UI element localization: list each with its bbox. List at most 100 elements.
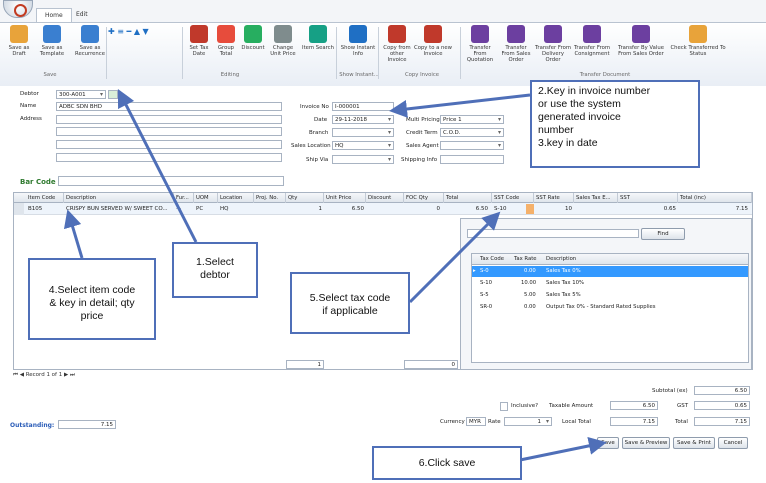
record-navigator[interactable]: ⏮ ◀ Record 1 of 1 ▶ ⏭	[13, 372, 75, 379]
date-field[interactable]: 29-11-2018	[332, 115, 394, 124]
sales-agent-field[interactable]	[440, 141, 504, 150]
total-inc-cell[interactable]: 7.15	[678, 203, 750, 215]
application-menu-button[interactable]	[3, 0, 33, 18]
unit-price-cell[interactable]: 6.50	[324, 203, 366, 215]
row-edit-toolbar[interactable]: ✚ ≡ ━ ▲ ▼	[108, 27, 184, 39]
tax-rate-value: 0.00	[524, 304, 536, 310]
address-line-2[interactable]	[56, 127, 282, 136]
sales-location-field[interactable]: HQ	[332, 141, 394, 150]
tax-row-s0[interactable]: ▸ S-0 0.00 Sales Tax 0%	[472, 266, 748, 277]
nav-last-icon[interactable]: ⏭	[70, 372, 75, 378]
ribbon-group-label: Save	[43, 72, 57, 78]
tax-row-s5[interactable]: S-5 5.00 Sales Tax 5%	[472, 290, 748, 301]
invoice-no-field[interactable]: I-000001	[332, 102, 394, 111]
gst-button[interactable]: Set Tax Date	[186, 25, 212, 57]
barcode-input[interactable]	[58, 176, 284, 186]
transfer-quotation-button[interactable]: Transfer From Quotation	[462, 25, 498, 63]
callout-invoice: 2.Key in invoice number or use the syste…	[530, 80, 700, 168]
nav-first-icon[interactable]: ⏮	[13, 372, 18, 378]
sst-cell[interactable]: 0.65	[618, 203, 678, 215]
foc-qty-cell[interactable]: 0	[404, 203, 442, 215]
ribbon-separator	[182, 27, 183, 79]
nav-next-icon[interactable]: ▶	[64, 372, 68, 378]
qty-cell[interactable]: 1	[286, 203, 324, 215]
tax-code-popup: Find Tax Code Tax Rate Description ▸ S-0…	[460, 218, 752, 370]
grid-column-header[interactable]: UOM	[194, 193, 218, 203]
inclusive-checkbox[interactable]	[500, 402, 508, 411]
grid-column-header[interactable]: Fur...	[174, 193, 194, 203]
grid-column-header[interactable]: Location	[218, 193, 254, 203]
debtor-field[interactable]: 300-A001	[56, 90, 106, 99]
change-price-button[interactable]: Change Unit Price	[268, 25, 298, 57]
tax-row-sr0[interactable]: SR-0 0.00 Output Tax 0% - Standard Rated…	[472, 302, 748, 313]
ribbon-button-label: Transfer From Delivery Order	[534, 45, 572, 63]
sst-rate-cell[interactable]: 10	[534, 203, 574, 215]
name-field[interactable]: ADBC SDN BHD	[56, 102, 282, 111]
grid-column-header[interactable]: Item Code	[26, 193, 64, 203]
grid-column-header[interactable]: SST Code	[492, 193, 534, 203]
save-print-button[interactable]: Save & Print	[673, 437, 715, 449]
tax-code-value: S-5	[480, 292, 489, 298]
sst-code-dropdown-icon[interactable]	[526, 204, 534, 214]
transfer-sales-order-button[interactable]: Transfer From Sales Order	[498, 25, 534, 63]
info-button[interactable]: Show Instant Info	[338, 25, 378, 57]
copy-new-invoice-button[interactable]: Copy to a new Invoice	[414, 25, 452, 57]
grid-column-header[interactable]: Description	[64, 193, 174, 203]
grid-column-header[interactable]: Proj. No.	[254, 193, 286, 203]
rate-field[interactable]: 1	[504, 417, 552, 426]
local-total-value: 7.15	[610, 417, 658, 426]
ship-via-field[interactable]	[332, 155, 394, 164]
save-recurrence-button[interactable]: Save as Recurrence	[70, 25, 110, 57]
grid-column-header[interactable]: FOC Qty	[404, 193, 444, 203]
grid-column-header[interactable]: Qty	[286, 193, 324, 203]
tab-home[interactable]: Home	[36, 8, 72, 22]
copy-invoice-button[interactable]: Copy from other Invoice	[380, 25, 414, 63]
tab-edit[interactable]: Edit	[68, 8, 96, 22]
gst-label: GST	[677, 403, 689, 409]
uom-cell[interactable]: PC	[194, 203, 216, 215]
address-line-4[interactable]	[56, 153, 282, 162]
address-line-1[interactable]	[56, 115, 282, 124]
address-line-3[interactable]	[56, 140, 282, 149]
total-cell[interactable]: 6.50	[444, 203, 490, 215]
ribbon-group-label: Editing	[220, 72, 240, 78]
shipping-info-field[interactable]	[440, 155, 504, 164]
grid-column-header[interactable]: Sales Tax E...	[574, 193, 618, 203]
branch-field[interactable]	[332, 128, 394, 137]
nav-prev-icon[interactable]: ◀	[20, 372, 24, 378]
grid-column-header[interactable]: SST	[618, 193, 678, 203]
discount-button[interactable]: Discount	[240, 25, 266, 51]
item-code-cell[interactable]: B105	[26, 203, 64, 215]
transfer-delivery-button[interactable]: Transfer From Delivery Order	[534, 25, 572, 63]
tax-find-button[interactable]: Find	[641, 228, 685, 240]
description-cell[interactable]: CRISPY BUN SERVED W/ SWEET CO...	[64, 203, 172, 215]
outstanding-label: Outstanding:	[10, 422, 55, 429]
item-search-button[interactable]: Item Search	[300, 25, 336, 51]
grid-column-header[interactable]: Total (inc)	[678, 193, 752, 203]
grid-column-header[interactable]: SST Rate	[534, 193, 574, 203]
transfer-by-value-button[interactable]: Transfer By Value From Sales Order	[616, 25, 666, 57]
location-cell[interactable]: HQ	[218, 203, 252, 215]
row-indicator[interactable]	[14, 203, 24, 215]
check-status-button[interactable]: Check Transferred To Status	[668, 25, 728, 57]
group-total-button[interactable]: Group Total	[213, 25, 239, 57]
tax-row-s10[interactable]: S-10 10.00 Sales Tax 10%	[472, 278, 748, 289]
save-preview-button[interactable]: Save & Preview	[622, 437, 670, 449]
save-draft-button[interactable]: Save as Draft	[4, 25, 34, 57]
save-template-button[interactable]: Save as Template	[36, 25, 68, 57]
tax-find-input[interactable]	[467, 229, 639, 238]
group-total-icon	[217, 25, 235, 43]
grid-column-header[interactable]: Unit Price	[324, 193, 366, 203]
grid-column-header[interactable]: Total	[444, 193, 492, 203]
save-button[interactable]: Save	[597, 437, 619, 449]
invoice-no-label: Invoice No	[300, 104, 329, 110]
multi-pricing-field[interactable]: Price 1	[440, 115, 504, 124]
furthers-cell[interactable]: ···	[174, 203, 194, 215]
credit-term-field[interactable]: C.O.D.	[440, 128, 504, 137]
ship-via-label: Ship Via	[306, 157, 329, 163]
debtor-lookup-icon[interactable]	[108, 90, 118, 99]
grid-column-header[interactable]: Discount	[366, 193, 404, 203]
transfer-consignment-button[interactable]: Transfer From Consignment	[572, 25, 612, 57]
cancel-button[interactable]: Cancel	[718, 437, 748, 449]
table-row[interactable]: B105 CRISPY BUN SERVED W/ SWEET CO... ··…	[14, 203, 752, 215]
